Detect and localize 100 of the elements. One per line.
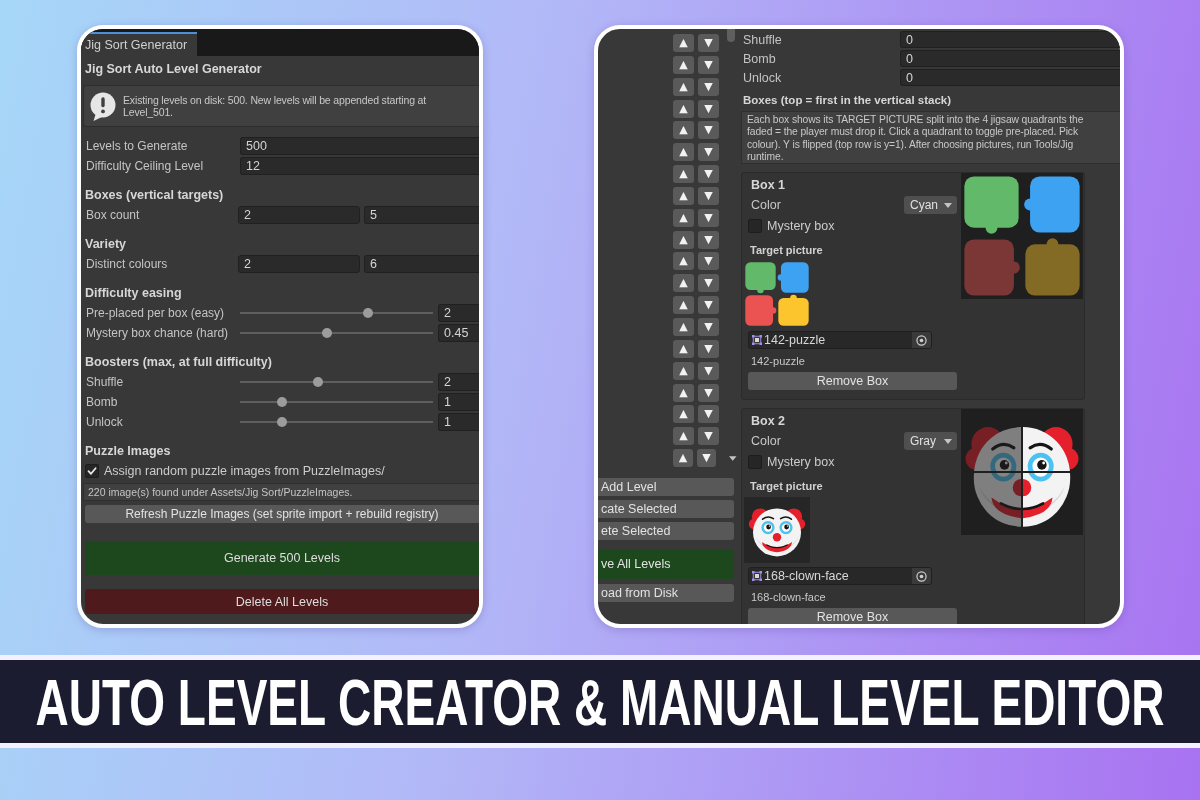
list-button[interactable]: Add Level <box>598 478 734 497</box>
number-field[interactable]: 1 <box>438 413 479 431</box>
move-up-button[interactable]: ▲ <box>673 339 694 358</box>
field-label: Target picture <box>749 479 824 494</box>
caret-down-icon <box>944 438 952 444</box>
danger-button[interactable]: Delete All Levels <box>85 589 479 614</box>
slider-thumb[interactable] <box>276 417 287 427</box>
move-up-button[interactable]: ▲ <box>673 252 694 271</box>
sprite-name: 168-clown-face <box>764 569 849 583</box>
scrollbar-thumb[interactable] <box>727 29 735 42</box>
move-down-button[interactable]: ▼ <box>698 55 719 74</box>
remove-box-button[interactable]: Remove Box <box>748 608 957 624</box>
move-up-button[interactable]: ▲ <box>673 361 694 380</box>
move-down-button[interactable]: ▼ <box>698 99 719 118</box>
move-down-button[interactable]: ▼ <box>698 165 719 184</box>
move-up-button[interactable]: ▲ <box>673 449 693 468</box>
field-label: Unlock <box>85 415 124 429</box>
move-down-button[interactable]: ▼ <box>698 339 719 358</box>
move-down-button[interactable]: ▼ <box>698 77 719 96</box>
move-up-button[interactable]: ▲ <box>673 427 694 446</box>
number-field[interactable]: 2 <box>438 373 479 391</box>
color-dropdown[interactable]: Gray <box>904 432 957 450</box>
color-dropdown[interactable]: Cyan <box>904 196 957 214</box>
move-down-button[interactable]: ▼ <box>698 230 719 249</box>
primary-button[interactable]: Generate 500 Levels <box>85 541 479 575</box>
field-label: Bomb <box>85 395 119 409</box>
move-down-button[interactable]: ▼ <box>698 361 719 380</box>
list-button[interactable]: oad from Disk <box>598 584 734 603</box>
remove-box-button[interactable]: Remove Box <box>748 372 957 390</box>
move-up-button[interactable]: ▲ <box>673 99 694 118</box>
move-up-button[interactable]: ▲ <box>673 274 694 293</box>
checkbox-label: Mystery box <box>767 454 835 469</box>
slider-thumb[interactable] <box>276 397 287 407</box>
field-label: Target picture <box>749 243 824 258</box>
box-title: Box 2 <box>750 413 787 430</box>
slider-thumb[interactable] <box>313 377 324 387</box>
panel-button[interactable]: Refresh Puzzle Images (set sprite import + rebuild registry) <box>85 505 479 523</box>
slider-thumb[interactable] <box>362 308 373 318</box>
number-field[interactable]: 12 <box>240 157 479 175</box>
move-up-button[interactable]: ▲ <box>673 317 694 336</box>
picker-button[interactable] <box>912 332 931 348</box>
section-heading: Difficulty easing <box>85 285 183 302</box>
list-button[interactable]: ete Selected <box>598 522 734 541</box>
number-field[interactable]: 0.45 <box>438 324 479 342</box>
field-label: Shuffle <box>743 32 783 47</box>
move-up-button[interactable]: ▲ <box>673 186 694 205</box>
move-down-button[interactable]: ▼ <box>698 274 719 293</box>
number-field[interactable]: 500 <box>240 137 479 155</box>
move-down-button[interactable]: ▼ <box>698 405 719 424</box>
jigsaw-puzzle-picture <box>744 261 810 327</box>
move-up-button[interactable]: ▲ <box>673 34 694 52</box>
move-down-button[interactable]: ▼ <box>696 449 717 468</box>
number-field[interactable]: 2 <box>438 304 479 322</box>
move-up-button[interactable]: ▲ <box>673 143 694 162</box>
caret-down-icon <box>944 202 952 208</box>
list-button[interactable]: cate Selected <box>598 500 734 519</box>
image-count-note: 220 image(s) found under Assets/Jig Sort/PuzzleImages. <box>83 483 479 501</box>
move-down-button[interactable]: ▼ <box>698 296 719 315</box>
move-down-button[interactable]: ▼ <box>698 427 719 446</box>
puzzle-piece[interactable] <box>1023 237 1082 298</box>
window-tab[interactable]: Jig Sort Generator <box>81 32 198 56</box>
move-up-button[interactable]: ▲ <box>673 77 694 96</box>
move-up-button[interactable]: ▲ <box>673 55 694 74</box>
circle-dot-icon <box>916 334 927 346</box>
move-down-button[interactable]: ▼ <box>698 143 719 162</box>
move-down-button[interactable]: ▼ <box>698 252 719 271</box>
move-up-button[interactable]: ▲ <box>673 208 694 227</box>
move-down-button[interactable]: ▼ <box>698 34 719 52</box>
move-up-button[interactable]: ▲ <box>673 405 694 424</box>
checkmark-icon <box>87 466 97 476</box>
slider-thumb[interactable] <box>322 328 333 338</box>
move-down-button[interactable]: ▼ <box>698 383 719 402</box>
puzzle-piece[interactable] <box>962 174 1021 235</box>
number-field[interactable]: 6 <box>364 255 479 273</box>
move-up-button[interactable]: ▲ <box>673 296 694 315</box>
sprite-field[interactable]: 168-clown-face <box>748 567 932 585</box>
section-heading: Boosters (max, at full difficulty) <box>85 354 273 371</box>
move-up-button[interactable]: ▲ <box>673 383 694 402</box>
puzzle-piece[interactable] <box>1023 174 1082 235</box>
exclamation-bubble-icon <box>90 91 117 121</box>
move-down-button[interactable]: ▼ <box>698 317 719 336</box>
move-up-button[interactable]: ▲ <box>673 165 694 184</box>
move-up-button[interactable]: ▲ <box>673 230 694 249</box>
caret-down-icon[interactable] <box>729 455 737 461</box>
clown-face-picture <box>744 497 810 563</box>
move-down-button[interactable]: ▼ <box>698 186 719 205</box>
move-up-button[interactable]: ▲ <box>673 121 694 140</box>
number-field[interactable]: 0 <box>900 31 1120 48</box>
number-field[interactable]: 0 <box>900 69 1120 86</box>
primary-button[interactable]: ve All Levels <box>598 549 734 580</box>
number-field[interactable]: 1 <box>438 393 479 411</box>
picker-button[interactable] <box>912 568 931 584</box>
checkbox[interactable] <box>85 464 99 478</box>
move-down-button[interactable]: ▼ <box>698 121 719 140</box>
number-field[interactable]: 2 <box>238 206 360 224</box>
move-down-button[interactable]: ▼ <box>698 208 719 227</box>
number-field[interactable]: 0 <box>900 50 1120 67</box>
number-field[interactable]: 5 <box>364 206 479 224</box>
number-field[interactable]: 2 <box>238 255 360 273</box>
sprite-field[interactable]: 142-puzzle <box>748 331 932 349</box>
